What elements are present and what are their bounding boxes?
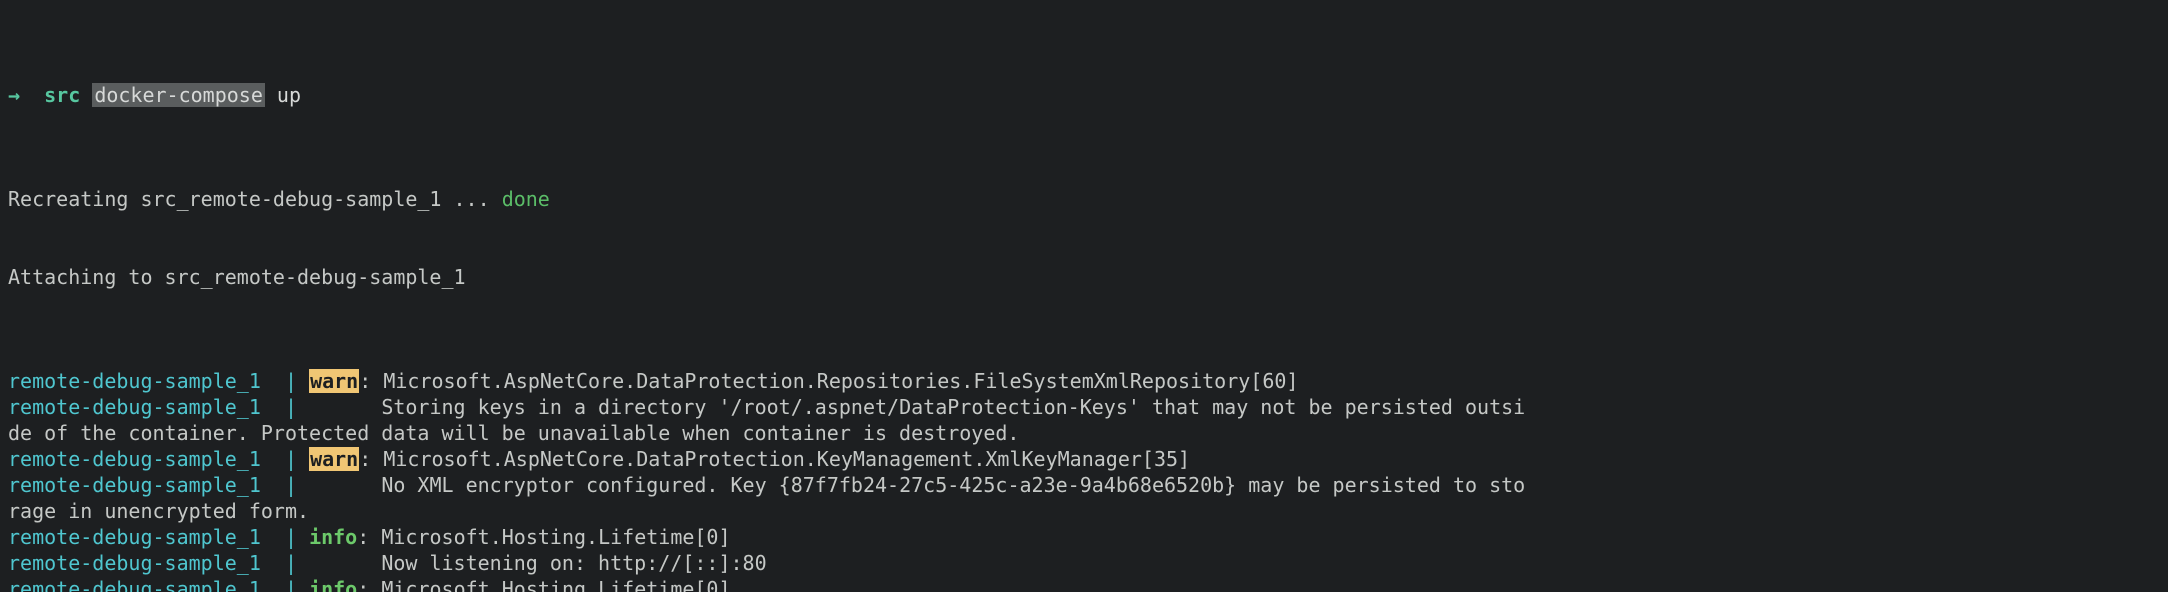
log-line: remote-debug-sample_1 | No XML encryptor… [8,472,2160,498]
log-message: Now listening on: http://[::]:80 [381,551,766,575]
log-line: remote-debug-sample_1 | info: Microsoft.… [8,524,2160,550]
log-line: remote-debug-sample_1 | warn: Microsoft.… [8,368,2160,394]
log-line: remote-debug-sample_1 | Now listening on… [8,550,2160,576]
log-line-wrap: de of the container. Protected data will… [8,420,2160,446]
service-name: remote-debug-sample_1 [8,369,261,393]
log-line-wrap: rage in unencrypted form. [8,498,2160,524]
service-name: remote-debug-sample_1 [8,577,261,592]
command-highlight: docker-compose [92,83,265,107]
log-level-info: info [309,525,357,549]
log-message: Storing keys in a directory '/root/.aspn… [381,395,1525,419]
log-level-info: info [309,577,357,592]
column-separator: | [285,369,297,393]
column-separator: | [285,447,297,471]
column-separator: | [285,577,297,592]
service-name: remote-debug-sample_1 [8,473,261,497]
log-line: remote-debug-sample_1 | warn: Microsoft.… [8,446,2160,472]
prompt-arrow-icon: → [8,83,20,107]
service-name: remote-debug-sample_1 [8,395,261,419]
log-message: Microsoft.Hosting.Lifetime[0] [381,577,730,592]
service-name: remote-debug-sample_1 [8,551,261,575]
output-attaching: Attaching to src_remote-debug-sample_1 [8,264,2160,290]
column-separator: | [285,525,297,549]
prompt-line: → src docker-compose up [8,82,2160,108]
log-message: Microsoft.AspNetCore.DataProtection.KeyM… [383,447,1190,471]
status-done: done [502,187,550,211]
log-level-warn: warn [309,447,359,471]
log-body: remote-debug-sample_1 | warn: Microsoft.… [8,368,2160,592]
column-separator: | [285,551,297,575]
recreating-text: Recreating src_remote-debug-sample_1 ... [8,187,502,211]
prompt-cwd: src [44,83,80,107]
log-message: No XML encryptor configured. Key {87f7fb… [381,473,1525,497]
log-message: Microsoft.Hosting.Lifetime[0] [381,525,730,549]
log-line: remote-debug-sample_1 | Storing keys in … [8,394,2160,420]
service-name: remote-debug-sample_1 [8,525,261,549]
column-separator: | [285,473,297,497]
log-line: remote-debug-sample_1 | info: Microsoft.… [8,576,2160,592]
terminal-output[interactable]: → src docker-compose up Recreating src_r… [0,0,2168,592]
column-separator: | [285,395,297,419]
service-name: remote-debug-sample_1 [8,447,261,471]
command-rest: up [265,83,301,107]
log-level-warn: warn [309,369,359,393]
log-message: Microsoft.AspNetCore.DataProtection.Repo… [383,369,1298,393]
output-recreating: Recreating src_remote-debug-sample_1 ...… [8,186,2160,212]
